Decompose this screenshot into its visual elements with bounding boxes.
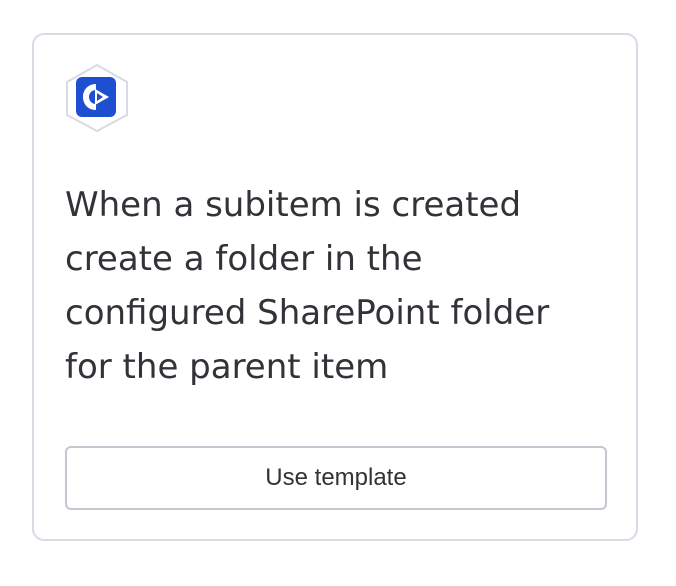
use-template-button[interactable]: Use template: [65, 446, 607, 510]
template-description: When a subitem is created create a folde…: [65, 185, 550, 387]
sharepoint-app-icon: [66, 64, 128, 132]
